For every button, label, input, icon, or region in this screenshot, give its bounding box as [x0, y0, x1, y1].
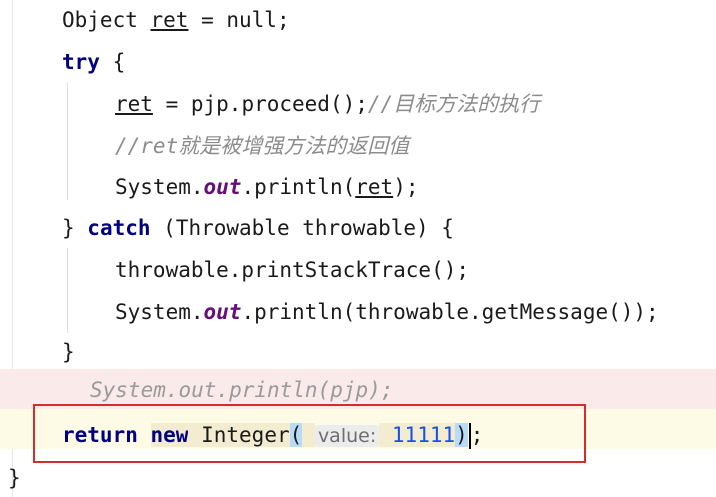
- code-line-12[interactable]: }: [8, 460, 21, 496]
- code-text: .println(: [241, 175, 356, 199]
- closing-brace: }: [8, 466, 21, 490]
- variable-ret: ret: [115, 92, 153, 116]
- type-text: Object: [62, 8, 151, 32]
- indent-guide: [67, 248, 68, 333]
- code-line-10[interactable]: System.out.println(pjp);: [90, 372, 716, 408]
- indent-guide: [67, 82, 68, 200]
- code-text: (Throwable throwable) {: [150, 216, 454, 240]
- keyword-catch: catch: [87, 216, 151, 240]
- keyword-try: try: [62, 50, 100, 74]
- code-text: );: [393, 175, 419, 199]
- code-text: throwable.printStackTrace();: [115, 258, 470, 282]
- closing-brace: }: [62, 340, 75, 364]
- field-out: out: [203, 300, 242, 324]
- code-text: System.: [115, 300, 204, 324]
- code-line-8[interactable]: System.out.println(throwable.getMessage(…: [115, 294, 716, 330]
- comment-text: //目标方法的执行: [367, 92, 541, 116]
- variable-ret: ret: [150, 8, 189, 32]
- variable-ret: ret: [355, 175, 394, 199]
- code-text: = pjp.proceed();: [152, 92, 368, 116]
- code-line-1[interactable]: Object ret = null;: [62, 2, 716, 38]
- code-line-2[interactable]: try {: [62, 44, 716, 80]
- code-line-5[interactable]: System.out.println(ret);: [115, 169, 716, 205]
- code-line-7[interactable]: throwable.printStackTrace();: [115, 252, 716, 288]
- code-text: = null;: [188, 8, 290, 32]
- code-line-4[interactable]: //ret就是被增强方法的返回值: [115, 128, 716, 164]
- field-out: out: [203, 175, 242, 199]
- code-text: .println(throwable.getMessage());: [241, 300, 659, 324]
- comment-text: //ret就是被增强方法的返回值: [115, 134, 410, 158]
- code-line-6[interactable]: } catch (Throwable throwable) {: [62, 210, 716, 246]
- commented-code-text: System.out.println(pjp);: [90, 378, 394, 402]
- code-text: System.: [115, 175, 204, 199]
- highlight-box: [33, 404, 586, 463]
- code-text: {: [99, 50, 126, 74]
- code-line-3[interactable]: ret = pjp.proceed();//目标方法的执行: [115, 86, 716, 122]
- code-text: }: [62, 216, 88, 240]
- code-line-9[interactable]: }: [62, 334, 716, 370]
